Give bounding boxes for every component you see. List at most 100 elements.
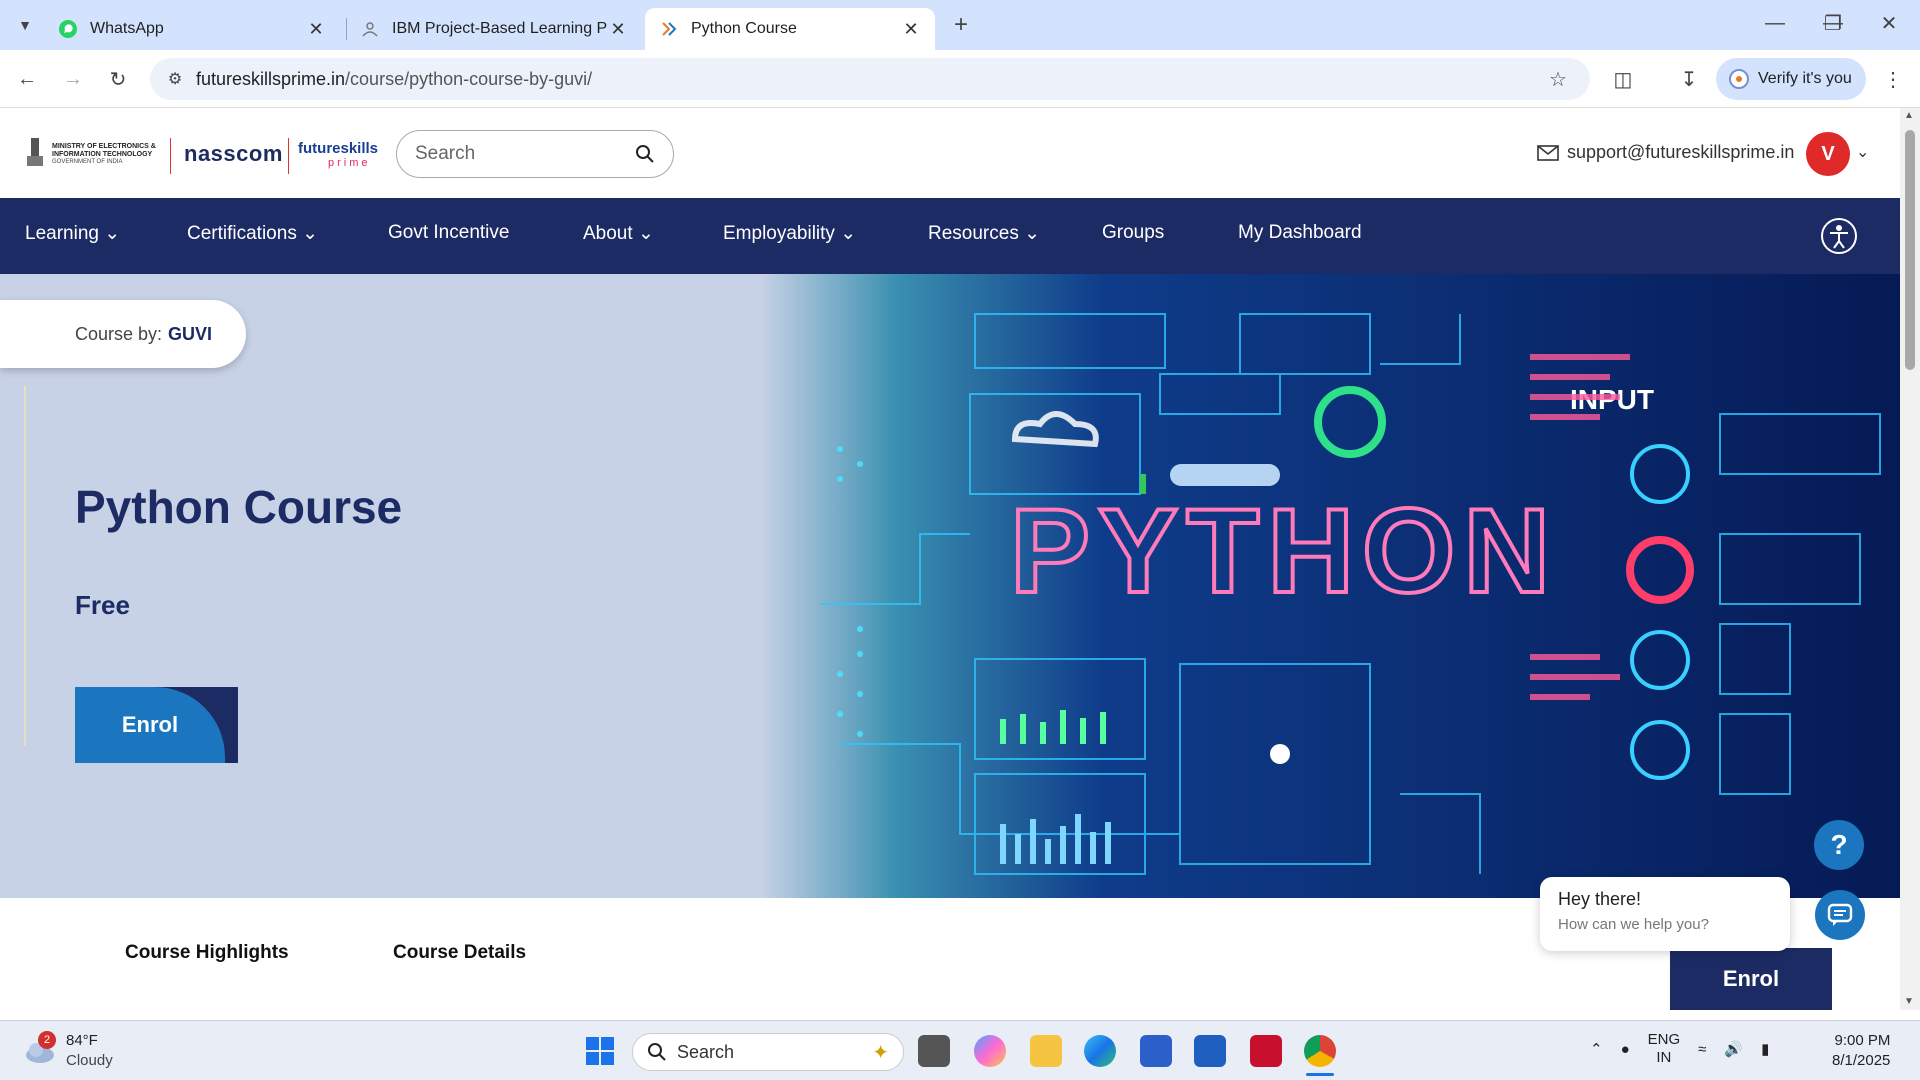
fsp-text-bottom: prime — [328, 156, 371, 169]
reload-icon[interactable]: ↻ — [103, 64, 133, 94]
taskbar-search[interactable]: Search ✦ — [632, 1033, 904, 1071]
back-icon[interactable]: ← — [12, 64, 42, 94]
clock[interactable]: 9:00 PM 8/1/2025 — [1832, 1031, 1890, 1071]
bookmark-star-icon[interactable]: ☆ — [1543, 64, 1573, 94]
url-text[interactable]: futureskillsprime.in/course/python-cours… — [196, 69, 592, 90]
browser-tab-bar: ▼ WhatsApp ✕ IBM Project-Based Learning … — [0, 0, 1920, 50]
close-icon[interactable]: ✕ — [901, 19, 921, 40]
chat-button[interactable] — [1815, 890, 1865, 940]
weather-widget[interactable]: 2 84°F Cloudy — [22, 1031, 113, 1071]
enrol-button-secondary[interactable]: Enrol — [1670, 948, 1832, 1010]
chevron-down-icon[interactable]: ⌄ — [1856, 142, 1869, 162]
avatar[interactable]: V — [1806, 132, 1850, 176]
clock-date: 8/1/2025 — [1832, 1052, 1891, 1069]
nav-label: About — [583, 223, 633, 244]
close-icon[interactable]: ✕ — [608, 19, 628, 40]
system-tray: ⌃ ● ENG IN ≈ 🔊 ▮ — [1590, 1031, 1769, 1067]
python-art-text: PYTHON — [1010, 484, 1558, 618]
language-indicator[interactable]: ENG IN — [1648, 1031, 1681, 1067]
volume-icon[interactable]: 🔊 — [1724, 1040, 1743, 1058]
lang-bottom: IN — [1656, 1049, 1672, 1066]
chat-greeting-bubble[interactable]: Hey there! How can we help you? — [1540, 877, 1790, 951]
tab-whatsapp[interactable]: WhatsApp ✕ — [44, 8, 340, 50]
whatsapp-icon — [59, 20, 77, 38]
nav-item-groups[interactable]: Groups — [1102, 222, 1164, 244]
menu-kebab-icon[interactable]: ⋮ — [1878, 64, 1908, 94]
tab-python-course[interactable]: Python Course ✕ — [645, 8, 935, 50]
restore-window-icon[interactable]: ❐ — [1818, 8, 1848, 38]
chrome-icon[interactable] — [1304, 1035, 1336, 1067]
lang-top: ENG — [1647, 1031, 1681, 1048]
accessibility-icon[interactable] — [1820, 217, 1858, 255]
support-email-link[interactable]: support@futureskillsprime.in — [1537, 142, 1794, 163]
futureskills-logo[interactable]: futureskills prime — [298, 132, 378, 176]
nav-item-learning[interactable]: Learning ⌄ — [25, 222, 120, 245]
logo-divider — [170, 138, 171, 174]
course-provider-badge: Course by: GUVI — [0, 300, 246, 368]
tab-course-highlights[interactable]: Course Highlights — [125, 942, 289, 964]
page-scrollbar[interactable]: ▲ ▼ — [1900, 108, 1920, 1010]
nasscom-logo[interactable]: nasscom — [184, 132, 283, 176]
site-search-input[interactable]: Search — [396, 130, 674, 178]
minimize-window-icon[interactable]: — — [1760, 8, 1790, 38]
enrol-button[interactable]: Enrol — [75, 687, 238, 763]
nav-item-govt-incentive[interactable]: Govt Incentive — [388, 222, 509, 244]
meity-text: MINISTRY OF ELECTRONICS & INFORMATION TE… — [52, 143, 156, 158]
site-header: MINISTRY OF ELECTRONICS & INFORMATION TE… — [0, 108, 1900, 198]
python-hero-illustration: PYTHON INPUT — [760, 274, 1900, 898]
edge-icon[interactable] — [1084, 1035, 1116, 1067]
verify-profile-button[interactable]: Verify it's you — [1716, 58, 1866, 100]
file-explorer-icon[interactable] — [1030, 1035, 1062, 1067]
logo-divider — [288, 138, 289, 174]
chat-prompt: How can we help you? — [1558, 916, 1709, 933]
mail-icon — [1537, 144, 1559, 161]
ibm-icon — [362, 22, 378, 37]
course-price: Free — [75, 590, 130, 620]
help-button[interactable]: ? — [1814, 820, 1864, 870]
course-by-label: Course by: — [75, 323, 163, 344]
battery-icon[interactable]: ▮ — [1761, 1040, 1769, 1058]
app-icon[interactable] — [1194, 1035, 1226, 1067]
chevron-down-icon: ⌄ — [104, 223, 121, 244]
meity-logo[interactable]: MINISTRY OF ELECTRONICS & INFORMATION TE… — [24, 132, 158, 176]
scroll-down-icon[interactable]: ▼ — [1904, 996, 1914, 1007]
nav-item-certifications[interactable]: Certifications ⌄ — [187, 222, 318, 245]
extensions-icon[interactable]: ◫ — [1608, 64, 1638, 94]
new-tab-button[interactable]: + — [946, 10, 976, 40]
close-icon[interactable]: ✕ — [306, 19, 326, 40]
chevron-down-icon: ⌄ — [637, 223, 654, 244]
emblem-icon — [27, 138, 43, 166]
mcafee-icon[interactable] — [1250, 1035, 1282, 1067]
nav-label: Certifications — [187, 223, 297, 244]
scroll-up-icon[interactable]: ▲ — [1904, 110, 1914, 121]
enrol-label: Enrol — [75, 687, 225, 763]
nasscom-text: nasscom — [184, 141, 283, 166]
weather-temp: 84°F — [66, 1032, 98, 1049]
windows-start-icon[interactable] — [584, 1035, 616, 1067]
site-info-icon[interactable]: ⚙ — [160, 64, 190, 94]
task-view-icon[interactable] — [918, 1035, 950, 1067]
wifi-icon[interactable]: ≈ — [1698, 1041, 1706, 1058]
nav-item-employability[interactable]: Employability ⌄ — [723, 222, 856, 245]
nav-item-about[interactable]: About ⌄ — [583, 222, 654, 245]
nav-item-my-dashboard[interactable]: My Dashboard — [1238, 222, 1362, 244]
nav-label: Groups — [1102, 222, 1165, 243]
tab-course-details[interactable]: Course Details — [393, 942, 526, 964]
tab-search-chevron-icon[interactable]: ▼ — [10, 10, 40, 40]
address-bar[interactable]: ⚙ futureskillsprime.in/course/python-cou… — [150, 58, 1590, 100]
copilot-icon[interactable] — [974, 1035, 1006, 1067]
chevron-up-icon[interactable]: ⌃ — [1590, 1040, 1603, 1058]
nav-item-resources[interactable]: Resources ⌄ — [928, 222, 1040, 245]
sparkle-icon: ✦ — [872, 1041, 889, 1064]
download-icon[interactable]: ↧ — [1674, 64, 1704, 94]
active-app-indicator — [1306, 1073, 1334, 1076]
store-icon[interactable] — [1140, 1035, 1172, 1067]
tab-ibm[interactable]: IBM Project-Based Learning Pro ✕ — [346, 8, 642, 50]
forward-icon[interactable]: → — [58, 64, 88, 94]
close-window-icon[interactable]: ✕ — [1874, 8, 1904, 38]
search-icon[interactable] — [635, 144, 655, 164]
network-status-icon[interactable]: ● — [1621, 1041, 1630, 1058]
tab-title: IBM Project-Based Learning Pro — [392, 20, 608, 37]
scroll-thumb[interactable] — [1905, 130, 1915, 370]
cloud-icon: 2 — [22, 1031, 56, 1065]
